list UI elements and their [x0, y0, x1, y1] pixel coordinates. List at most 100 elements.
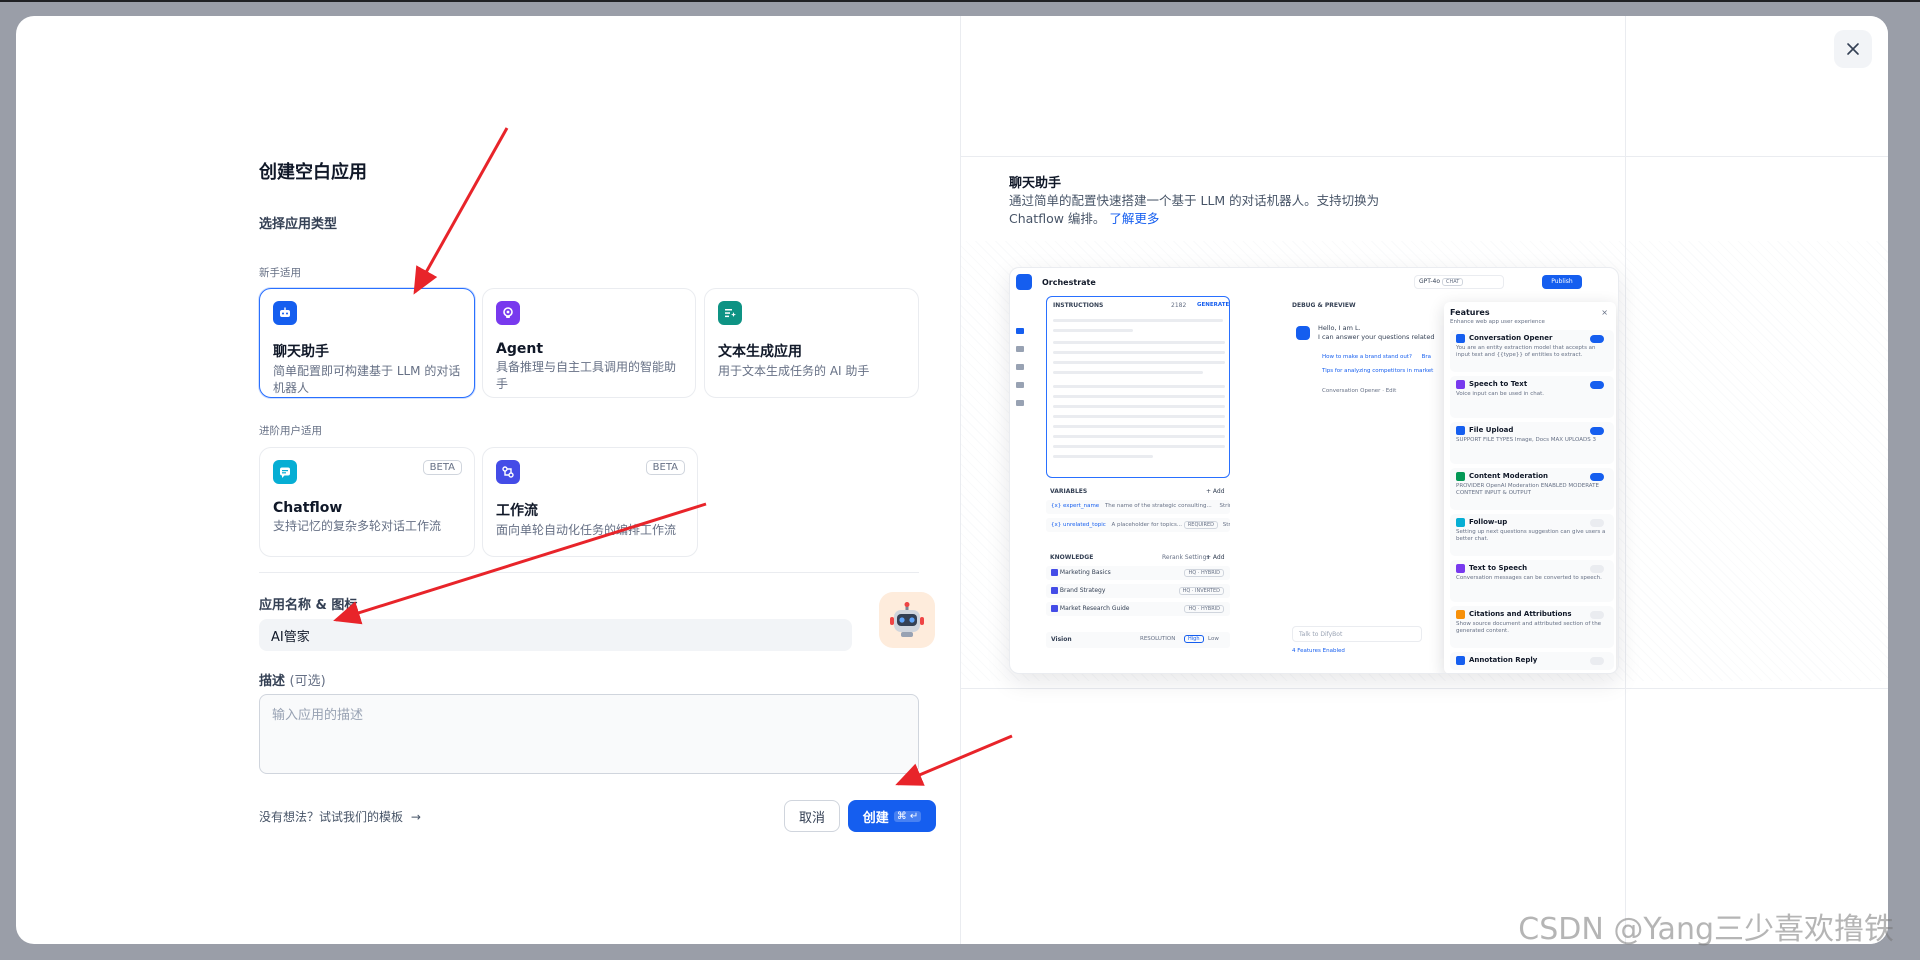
feature-toggle — [1590, 657, 1604, 665]
app-name-input[interactable] — [259, 619, 852, 651]
feature-icon — [1456, 656, 1465, 665]
chat-input: Talk to DifyBot — [1292, 626, 1422, 642]
feature-name: Content Moderation — [1469, 472, 1549, 480]
app-type-card-workflow[interactable]: BETA 工作流 面向单轮自动化任务的编排工作流 — [482, 447, 698, 557]
var-desc: A placeholder for topics... — [1111, 522, 1183, 528]
card-desc: 用于文本生成任务的 AI 助手 — [718, 364, 870, 378]
model-selector: GPT-4o CHAT — [1414, 275, 1504, 289]
knowledge-label: KNOWLEDGE — [1050, 554, 1094, 561]
greeting-line: Hello, I am L. — [1318, 324, 1361, 332]
feature-desc: Conversation messages can be converted t… — [1456, 575, 1602, 581]
features-subtitle: Enhance web app user experience — [1450, 319, 1545, 325]
bot-avatar-icon — [1296, 326, 1310, 340]
watermark: CSDN @Yang三少喜欢撸铁 — [1518, 912, 1894, 947]
card-desc: 面向单轮自动化任务的编排工作流 — [496, 523, 677, 537]
workflow-icon — [496, 460, 520, 484]
feature-toggle — [1590, 565, 1604, 573]
kb-tag: HQ · HYBRID — [1184, 605, 1224, 613]
variables-label: VARIABLES — [1050, 488, 1088, 495]
kb-name: Brand Strategy — [1059, 587, 1106, 594]
kb-name: Marketing Basics — [1059, 569, 1111, 576]
card-name: Agent — [496, 341, 544, 357]
close-button[interactable] — [1834, 30, 1872, 68]
res-low: Low — [1208, 636, 1219, 642]
app-icon-picker[interactable] — [879, 592, 935, 648]
guide-line — [961, 688, 1888, 689]
template-link-text: 没有想法？试试我们的模板 — [259, 810, 404, 824]
cancel-button[interactable]: 取消 — [784, 800, 840, 832]
app-type-card-text-generation[interactable]: 文本生成应用 用于文本生成任务的 AI 助手 — [704, 288, 919, 398]
var-desc: The name of the strategic consulting... — [1104, 503, 1212, 509]
preview-panel: 聊天助手 通过简单的配置快速搭建一个基于 LLM 的对话机器人。支持切换为 Ch… — [960, 16, 1888, 944]
knowledge-row: Market Research Guide HQ · HYBRID — [1046, 602, 1230, 616]
beta-badge: BETA — [645, 460, 685, 475]
orchestrate-title: Orchestrate — [1042, 278, 1096, 287]
kb-tag: HQ · HYBRID — [1184, 569, 1224, 577]
feature-desc: SUPPORT FILE TYPES Image, Docs MAX UPLOA… — [1456, 437, 1596, 443]
feature-row: Speech to Text Voice input can be used i… — [1450, 376, 1614, 418]
kb-tag: HQ · INVERTED — [1178, 587, 1224, 595]
chatflow-icon — [273, 460, 297, 484]
preview-screenshot: Orchestrate GPT-4o CHAT Publish INSTRUCT… — [1009, 267, 1619, 674]
desc-label-text: 描述 — [259, 674, 286, 689]
app-logo-icon — [1016, 274, 1032, 290]
feature-desc: Setting up next questions suggestion can… — [1456, 529, 1606, 542]
learn-more-link[interactable]: 了解更多 — [1109, 211, 1159, 226]
opener-edit-link: Conversation Opener · Edit — [1322, 388, 1397, 394]
var-name: {x} expert_name — [1051, 503, 1100, 509]
knowledge-section: KNOWLEDGE Rerank Settings + Add Marketin… — [1046, 554, 1230, 624]
feature-name: File Upload — [1469, 426, 1514, 434]
feature-row: Citations and Attributions Show source d… — [1450, 606, 1614, 648]
features-panel: Features Enhance web app user experience… — [1444, 302, 1616, 673]
feature-icon — [1456, 610, 1465, 619]
app-name-label: 应用名称 & 图标 — [259, 598, 358, 613]
close-icon — [1847, 43, 1859, 55]
instructions-label: INSTRUCTIONS — [1053, 302, 1104, 309]
desc-optional-hint: (可选) — [289, 674, 326, 689]
feature-icon — [1456, 518, 1465, 527]
app-type-card-chatbot[interactable]: 聊天助手 简单配置即可构建基于 LLM 的对话机器人 — [259, 288, 475, 398]
vision-row: Vision RESOLUTION High Low — [1046, 632, 1230, 648]
variables-add: + Add — [1206, 488, 1225, 495]
preview-description: 通过简单的配置快速搭建一个基于 LLM 的对话机器人。支持切换为 Chatflo… — [1009, 192, 1409, 228]
create-button[interactable]: 创建 ⌘ ↵ — [848, 800, 936, 832]
greeting-line: I can answer your questions related — [1318, 333, 1435, 341]
feature-icon — [1456, 472, 1465, 481]
agent-icon — [496, 301, 520, 325]
bot-greeting: Hello, I am L. I can answer your questio… — [1318, 324, 1448, 342]
preview-desc-text: 通过简单的配置快速搭建一个基于 LLM 的对话机器人。支持切换为 Chatflo… — [1009, 193, 1380, 226]
desc-label: 描述 (可选) — [259, 670, 326, 689]
feature-icon — [1456, 564, 1465, 573]
card-name: 聊天助手 — [273, 344, 329, 360]
app-type-card-agent[interactable]: Agent 具备推理与自主工具调用的智能助手 — [482, 288, 696, 398]
generate-link: GENERATE — [1197, 302, 1230, 308]
feature-icon — [1456, 380, 1465, 389]
feature-desc: PROVIDER OpenAI Moderation ENABLED MODER… — [1456, 483, 1599, 496]
text-gen-icon — [718, 301, 742, 325]
vision-label: Vision — [1051, 636, 1072, 643]
beginner-group-label: 新手适用 — [259, 267, 301, 279]
feature-toggle — [1590, 381, 1604, 389]
close-icon: × — [1601, 308, 1608, 317]
model-name: GPT-4o — [1419, 278, 1441, 285]
create-button-label: 创建 — [862, 810, 889, 826]
feature-name: Citations and Attributions — [1469, 610, 1572, 618]
create-form-panel: 创建空白应用 选择应用类型 新手适用 聊天助手 简单配置即可构建基于 LLM 的… — [16, 16, 960, 944]
model-tag: CHAT — [1441, 278, 1464, 286]
var-name: {x} unrelated_topic — [1051, 522, 1106, 528]
guide-line — [1625, 16, 1626, 944]
variables-section: VARIABLES + Add {x} expert_name The name… — [1046, 488, 1230, 546]
icon-rail — [1016, 328, 1026, 438]
feature-toggle — [1590, 427, 1604, 435]
app-type-card-chatflow[interactable]: BETA Chatflow 支持记忆的复杂多轮对话工作流 — [259, 447, 475, 557]
feature-toggle — [1590, 611, 1604, 619]
card-name: 工作流 — [496, 503, 538, 519]
suggested-question: Tips for analyzing competitors in market — [1322, 368, 1434, 374]
feature-toggle — [1590, 473, 1604, 481]
app-description-input[interactable] — [259, 694, 919, 774]
feature-desc: You are an entity extraction model that … — [1456, 345, 1596, 358]
template-link[interactable]: 没有想法？试试我们的模板 → — [259, 808, 421, 825]
guide-line — [961, 156, 1888, 157]
variable-row: {x} expert_name The name of the strategi… — [1046, 500, 1230, 514]
form-title: 创建空白应用 — [259, 162, 367, 183]
